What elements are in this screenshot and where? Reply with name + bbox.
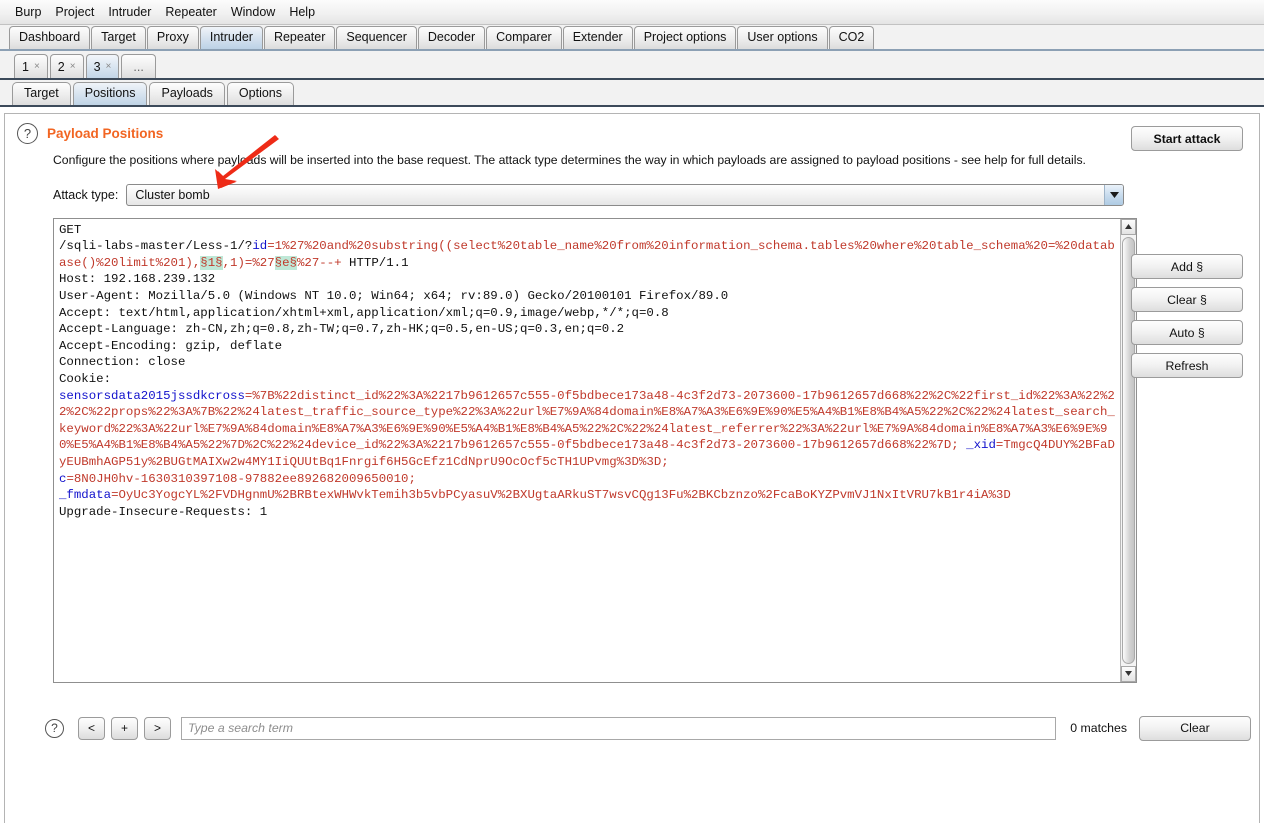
inner-tab-payloads[interactable]: Payloads [149, 82, 225, 105]
help-icon[interactable]: ? [17, 123, 38, 144]
tab-target[interactable]: Target [91, 26, 146, 49]
request-text[interactable]: GET /sqli-labs-master/Less-1/?id=1%27%20… [54, 219, 1120, 682]
request-token: Cookie: [59, 372, 112, 387]
request-token: Upgrade-Insecure-Requests: 1 [59, 504, 268, 519]
attack-tab-3[interactable]: 3 × [85, 54, 120, 78]
button-spacer [1131, 151, 1243, 254]
section-description: Configure the positions where payloads w… [53, 153, 1086, 167]
payload-positions-panel: ? Payload Positions Configure the positi… [4, 113, 1260, 823]
request-token: =OyUc3YogcYL%2FVDHgnmU%2BRBtexWHWvkTemih… [111, 488, 1011, 503]
inner-tab-options[interactable]: Options [226, 82, 295, 105]
tab-comparer[interactable]: Comparer [486, 26, 562, 49]
menu-item-intruder[interactable]: Intruder [101, 2, 158, 22]
tab-proxy[interactable]: Proxy [146, 26, 199, 49]
request-token: _fmdata [59, 488, 112, 503]
search-help-icon[interactable]: ? [45, 718, 64, 738]
tab-extender[interactable]: Extender [562, 26, 633, 49]
search-next-button[interactable]: > [144, 716, 171, 740]
clear-marker-button[interactable]: Clear § [1131, 287, 1243, 312]
refresh-button[interactable]: Refresh [1131, 353, 1243, 378]
close-icon[interactable]: × [70, 61, 76, 72]
request-token: =8N0JH0hv-1630310397108-97882ee892682009… [66, 471, 416, 486]
attack-type-value: Cluster bomb [135, 187, 210, 202]
close-icon[interactable]: × [106, 61, 112, 72]
search-bar: ? < + > 0 matches Clear [45, 712, 1251, 744]
attack-tab-bar: 1 × 2 × 3 × ... [0, 51, 1264, 80]
tab-sequencer[interactable]: Sequencer [336, 26, 417, 49]
request-token: §1§ [200, 255, 223, 270]
menu-item-project[interactable]: Project [48, 2, 101, 22]
search-prev-button[interactable]: < [78, 716, 105, 740]
menu-item-window[interactable]: Window [224, 2, 282, 22]
request-token: HTTP/1.1 [341, 255, 409, 270]
attack-type-select[interactable]: Cluster bomb [126, 183, 1124, 206]
attack-tab-overflow[interactable]: ... [121, 54, 156, 78]
request-token: Connection: close [59, 355, 186, 370]
request-token: %27--+ [296, 255, 342, 270]
request-token: sensorsdata2015jssdkcross [59, 388, 245, 403]
attack-tab-2[interactable]: 2 × [49, 54, 84, 78]
attack-tab-2-label: 2 [57, 59, 65, 74]
section-header: ? Payload Positions [5, 114, 1259, 144]
search-add-button[interactable]: + [111, 716, 138, 740]
tab-dashboard[interactable]: Dashboard [9, 26, 91, 49]
request-editor[interactable]: GET /sqli-labs-master/Less-1/?id=1%27%20… [53, 217, 1137, 683]
request-token: id [252, 239, 268, 254]
tab-intruder[interactable]: Intruder [199, 26, 263, 49]
attack-tab-1[interactable]: 1 × [14, 54, 48, 78]
request-token: User-Agent: Mozilla/5.0 (Windows NT 10.0… [59, 289, 729, 304]
request-token: Accept-Language: zh-CN,zh;q=0.8,zh-TW;q=… [59, 322, 625, 337]
request-token: _xid [958, 438, 996, 453]
tab-co2[interactable]: CO2 [828, 26, 875, 49]
start-attack-button[interactable]: Start attack [1131, 126, 1243, 151]
tab-repeater[interactable]: Repeater [263, 26, 336, 49]
attack-tab-1-label: 1 [22, 59, 29, 74]
request-token: GET [59, 222, 82, 237]
search-input[interactable] [181, 716, 1057, 740]
action-button-column: Start attack Add § Clear § Auto § Refres… [1131, 126, 1243, 378]
inner-tab-bar: Target Positions Payloads Options [0, 80, 1264, 107]
main-tab-bar: Dashboard Target Proxy Intruder Repeater… [0, 25, 1264, 51]
request-token: /sqli-labs-master/Less-1/? [59, 239, 253, 254]
inner-tab-positions[interactable]: Positions [72, 82, 148, 105]
request-token: Accept-Encoding: gzip, deflate [59, 338, 283, 353]
request-token: Accept: text/html,application/xhtml+xml,… [59, 305, 669, 320]
menu-item-burp[interactable]: Burp [8, 2, 48, 22]
match-count: 0 matches [1070, 721, 1127, 735]
chevron-down-icon[interactable] [1104, 184, 1123, 205]
scroll-down-icon[interactable] [1121, 665, 1136, 682]
tab-project-options[interactable]: Project options [633, 26, 737, 49]
attack-type-row: Attack type: Cluster bomb [5, 134, 1259, 206]
request-token: Host: 192.168.239.132 [59, 272, 216, 287]
request-token: ,1)=%27 [222, 255, 275, 270]
tab-decoder[interactable]: Decoder [417, 26, 486, 49]
clear-search-button[interactable]: Clear [1139, 715, 1251, 741]
menu-bar: Burp Project Intruder Repeater Window He… [0, 0, 1264, 25]
menu-item-help[interactable]: Help [282, 2, 322, 22]
add-marker-button[interactable]: Add § [1131, 254, 1243, 279]
auto-marker-button[interactable]: Auto § [1131, 320, 1243, 345]
attack-tab-3-label: 3 [93, 59, 101, 74]
request-token: §e§ [274, 255, 297, 270]
attack-type-label: Attack type: [53, 187, 119, 202]
tab-user-options[interactable]: User options [737, 26, 828, 49]
menu-item-repeater[interactable]: Repeater [158, 2, 223, 22]
page-title: Payload Positions [47, 126, 164, 141]
close-icon[interactable]: × [34, 61, 40, 72]
inner-tab-target[interactable]: Target [12, 82, 71, 105]
